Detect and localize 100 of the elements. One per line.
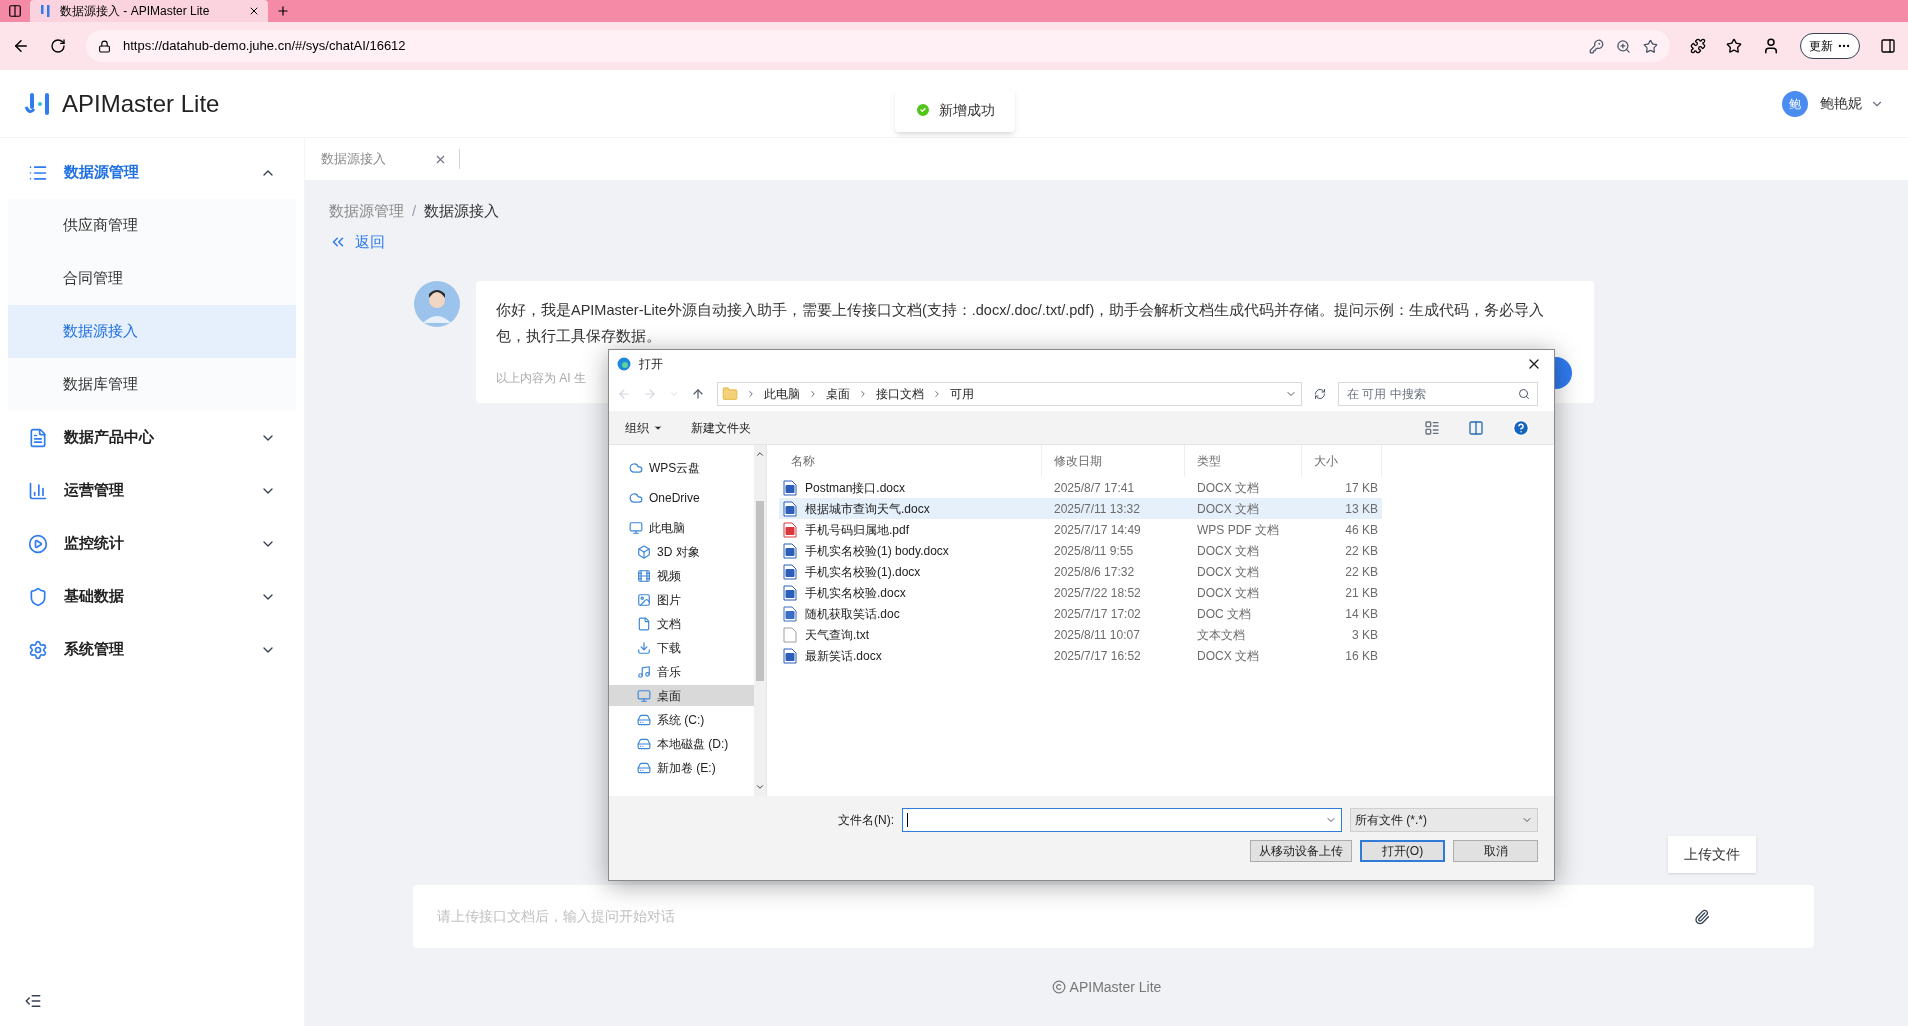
- back-link[interactable]: 返回: [329, 230, 385, 253]
- page-tab[interactable]: 数据源接入: [321, 149, 460, 169]
- cube-icon: [637, 544, 651, 559]
- file-size: 14 KB: [1344, 605, 1379, 623]
- tab-actions-icon[interactable]: [8, 4, 22, 18]
- nav-pane-item[interactable]: WPS云盘: [609, 457, 754, 478]
- file-name: 根据城市查询天气.docx: [805, 500, 930, 518]
- preview-pane-icon[interactable]: [1468, 419, 1484, 436]
- file-date: 2025/7/22 18:52: [1053, 584, 1142, 602]
- scrollbar[interactable]: [754, 445, 766, 796]
- nav-pane-item[interactable]: 视频: [609, 565, 754, 586]
- footer-text: APIMaster Lite: [1069, 977, 1162, 997]
- browser-tab[interactable]: 数据源接入 - APIMaster Lite: [30, 0, 268, 22]
- address-field[interactable]: 此电脑 桌面 接口文档 可用: [717, 382, 1302, 406]
- toast: 新增成功: [895, 88, 1015, 132]
- extensions-icon[interactable]: [1690, 38, 1706, 54]
- favorites-icon[interactable]: [1726, 38, 1742, 54]
- file-row[interactable]: 手机号码归属地.pdf 2025/7/17 14:49 WPS PDF 文档 46 KB: [779, 519, 1382, 540]
- nav-pane-item[interactable]: 桌面: [609, 685, 754, 706]
- file-row[interactable]: 根据城市查询天气.docx 2025/7/11 13:32 DOCX 文档 13 KB: [779, 498, 1382, 519]
- chevron-right-icon: [746, 389, 756, 399]
- menu-group[interactable]: 系统管理: [0, 623, 304, 676]
- paperclip-icon[interactable]: [1694, 908, 1710, 925]
- nav-pane-item[interactable]: 系统 (C:): [609, 709, 754, 730]
- menu-group[interactable]: 基础数据: [0, 570, 304, 623]
- cloud-icon: [629, 490, 643, 505]
- file-name: 手机实名校验.docx: [805, 584, 906, 602]
- key-icon[interactable]: [1589, 38, 1604, 54]
- star-icon[interactable]: [1643, 38, 1658, 54]
- menu-group[interactable]: 运营管理: [0, 464, 304, 517]
- file-row[interactable]: 手机实名校验.docx 2025/7/22 18:52 DOCX 文档 21 KB: [779, 582, 1382, 603]
- submenu-item[interactable]: 合同管理: [8, 252, 296, 305]
- file-type: DOCX 文档: [1196, 584, 1260, 602]
- file-type: DOC 文档: [1196, 605, 1252, 623]
- dialog-button[interactable]: 打开(O): [1360, 840, 1445, 862]
- dialog-button[interactable]: 从移动设备上传: [1250, 840, 1352, 862]
- dialog-button[interactable]: 取消: [1453, 840, 1538, 862]
- submenu-item[interactable]: 数据库管理: [8, 358, 296, 411]
- filename-field[interactable]: [902, 808, 1342, 832]
- file-row[interactable]: 随机获取笑话.doc 2025/7/17 17:02 DOC 文档 14 KB: [779, 603, 1382, 624]
- file-date: 2025/8/11 9:55: [1053, 542, 1135, 560]
- file-icon: [783, 521, 797, 538]
- file-row[interactable]: 手机实名校验(1) body.docx 2025/8/11 9:55 DOCX 文档 22 KB: [779, 540, 1382, 561]
- file-row[interactable]: 天气查询.txt 2025/8/11 10:07 文本文档 3 KB: [779, 624, 1382, 645]
- path-segment[interactable]: 此电脑: [764, 385, 800, 403]
- column-header[interactable]: 名称: [779, 445, 1042, 477]
- file-date: 2025/8/6 17:32: [1053, 563, 1136, 581]
- menu-group[interactable]: 数据源管理: [0, 146, 304, 199]
- nav-pane-item[interactable]: 此电脑: [609, 517, 754, 538]
- organize-menu[interactable]: 组织: [625, 418, 663, 437]
- file-name: 天气查询.txt: [805, 626, 869, 644]
- success-icon: [915, 102, 931, 118]
- file-row[interactable]: 手机实名校验(1).docx 2025/8/6 17:32 DOCX 文档 22 KB: [779, 561, 1382, 582]
- menu-group[interactable]: 数据产品中心: [0, 411, 304, 464]
- collapse-menu-icon[interactable]: [24, 992, 42, 1010]
- nav-pane-item[interactable]: 文档: [609, 613, 754, 634]
- path-segment[interactable]: 接口文档: [876, 385, 924, 403]
- sidebar-toggle-icon[interactable]: [1880, 38, 1896, 54]
- file-date: 2025/8/11 10:07: [1053, 626, 1141, 644]
- menu-group[interactable]: 监控统计: [0, 517, 304, 570]
- scroll-up-icon[interactable]: [755, 449, 765, 459]
- address-bar[interactable]: https://datahub-demo.juhe.cn/#/sys/chatAI/16612: [86, 30, 1670, 62]
- submenu-item[interactable]: 供应商管理: [8, 199, 296, 252]
- nav-pane-item[interactable]: 新加卷 (E:): [609, 757, 754, 778]
- tab-favicon-icon: [38, 5, 52, 17]
- scroll-down-icon[interactable]: [755, 782, 765, 792]
- column-header[interactable]: 类型: [1185, 445, 1302, 477]
- film-icon: [637, 568, 651, 583]
- back-icon[interactable]: [12, 37, 30, 55]
- drive-icon: [637, 760, 651, 775]
- file-date: 2025/7/17 17:02: [1053, 605, 1142, 623]
- file-size: 22 KB: [1344, 563, 1379, 581]
- file-row[interactable]: 最新笑话.docx 2025/7/17 16:52 DOCX 文档 16 KB: [779, 645, 1382, 666]
- profile-icon[interactable]: [1762, 37, 1780, 55]
- new-folder-button[interactable]: 新建文件夹: [691, 418, 751, 437]
- nav-pane-item[interactable]: OneDrive: [609, 487, 754, 508]
- help-icon[interactable]: [1512, 418, 1530, 437]
- submenu-item[interactable]: 数据源接入: [8, 305, 296, 358]
- search-field[interactable]: 在 可用 中搜索: [1338, 382, 1538, 406]
- close-icon[interactable]: [248, 5, 260, 17]
- reload-icon[interactable]: [50, 38, 66, 54]
- nav-pane-item[interactable]: 图片: [609, 589, 754, 610]
- refresh-icon[interactable]: [1314, 388, 1326, 400]
- file-type-dropdown[interactable]: 所有文件 (*.*): [1350, 808, 1538, 832]
- file-name: 随机获取笑话.doc: [805, 605, 900, 623]
- new-tab-icon[interactable]: [276, 4, 290, 18]
- zoom-icon[interactable]: [1616, 38, 1631, 54]
- nav-pane-item[interactable]: 本地磁盘 (D:): [609, 733, 754, 754]
- path-segment[interactable]: 可用: [950, 385, 974, 403]
- user-name[interactable]: 鲍艳妮: [1820, 93, 1862, 114]
- file-row[interactable]: Postman接口.docx 2025/8/7 17:41 DOCX 文档 17 KB: [779, 477, 1382, 498]
- path-segment[interactable]: 桌面: [826, 385, 850, 403]
- nav-pane-item[interactable]: 3D 对象: [609, 541, 754, 562]
- nav-pane-item[interactable]: 音乐: [609, 661, 754, 682]
- column-header[interactable]: 修改日期: [1042, 445, 1185, 477]
- column-header[interactable]: 大小: [1302, 445, 1382, 477]
- nav-pane-item[interactable]: 下载: [609, 637, 754, 658]
- file-name: 最新笑话.docx: [805, 647, 882, 665]
- update-button[interactable]: 更新: [1800, 33, 1860, 59]
- view-options-icon[interactable]: [1424, 419, 1440, 436]
